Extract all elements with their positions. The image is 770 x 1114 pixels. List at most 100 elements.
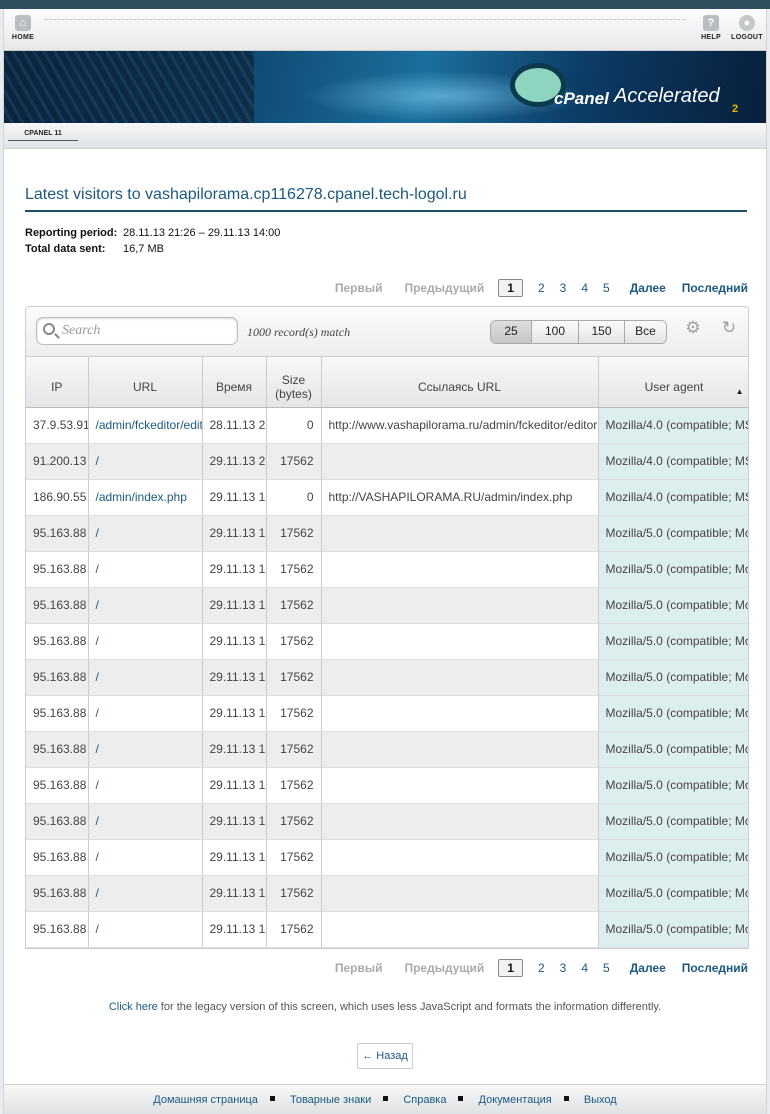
pager-last[interactable]: Последний bbox=[682, 961, 748, 975]
pager-prev[interactable]: Предыдущий bbox=[404, 281, 484, 295]
cell-time: 29.11.13 1 bbox=[202, 875, 267, 912]
back-button[interactable]: ← Назад bbox=[357, 1043, 413, 1069]
cell-url[interactable]: / bbox=[88, 803, 203, 840]
page-size-all[interactable]: Все bbox=[624, 321, 666, 343]
cell-url[interactable]: / bbox=[88, 515, 203, 552]
pager-first[interactable]: Первый bbox=[335, 961, 383, 975]
table-body: 37.9.53.91/admin/fckeditor/editor 28.11.1… bbox=[26, 407, 748, 948]
cell-size: 17562 bbox=[266, 587, 322, 624]
cell-referrer bbox=[321, 623, 599, 660]
col-header-size[interactable]: Size (bytes) bbox=[266, 357, 322, 408]
table-row: 95.163.88/29.11.13 1 17562 Mozilla/5.0 (co… bbox=[26, 767, 748, 804]
cell-size: 17562 bbox=[266, 443, 322, 480]
table-row: 95.163.88/29.11.13 1 17562 Mozilla/5.0 (co… bbox=[26, 515, 748, 552]
cell-time: 29.11.13 1 bbox=[202, 731, 267, 768]
visitors-table: IP URL Время Size (bytes) Ссылаясь URL U… bbox=[26, 357, 748, 948]
page-size-25[interactable]: 25 bbox=[491, 321, 531, 343]
pager-page-3[interactable]: 3 bbox=[560, 961, 567, 975]
cell-ip: 95.163.88 bbox=[26, 659, 89, 696]
cell-time: 29.11.13 1 bbox=[202, 803, 267, 840]
pager-page-3[interactable]: 3 bbox=[560, 281, 567, 295]
pager-page-5[interactable]: 5 bbox=[603, 281, 610, 295]
logo-accelerated-text: Accelerated bbox=[614, 85, 720, 107]
help-button[interactable]: ? HELP bbox=[694, 15, 728, 41]
cell-size: 0 bbox=[266, 479, 322, 516]
footer-trademarks-link[interactable]: Товарные знаки bbox=[290, 1094, 371, 1106]
gear-icon[interactable]: ⚙ bbox=[684, 319, 702, 337]
cell-url[interactable]: /admin/index.php bbox=[88, 479, 203, 516]
pager-first[interactable]: Первый bbox=[335, 281, 383, 295]
legacy-note: Click here for the legacy version of thi… bbox=[4, 1001, 766, 1013]
cell-size: 17562 bbox=[266, 515, 322, 552]
cell-url[interactable]: / bbox=[88, 731, 203, 768]
col-header-time[interactable]: Время bbox=[202, 357, 267, 408]
help-icon: ? bbox=[703, 15, 719, 31]
cell-time: 29.11.13 1 bbox=[202, 839, 267, 876]
pager-prev[interactable]: Предыдущий bbox=[404, 961, 484, 975]
user-agent-header-label: User agent bbox=[644, 379, 704, 394]
cell-user-agent: Mozilla/5.0 (compatible; Mo bbox=[598, 731, 748, 768]
home-button[interactable]: ⌂ HOME bbox=[6, 15, 40, 41]
pager-page-1[interactable]: 1 bbox=[498, 959, 523, 977]
cell-user-agent: Mozilla/4.0 (compatible; MSIE bbox=[598, 407, 748, 444]
cell-size: 17562 bbox=[266, 623, 322, 660]
cell-user-agent: Mozilla/5.0 (compatible; Mo bbox=[598, 875, 748, 912]
pager-last[interactable]: Последний bbox=[682, 281, 748, 295]
cell-ip: 91.200.13 bbox=[26, 443, 89, 480]
cell-referrer bbox=[321, 551, 599, 588]
footer-home-link[interactable]: Домашняя страница bbox=[153, 1094, 258, 1106]
legacy-link[interactable]: Click here bbox=[109, 1001, 158, 1013]
cell-url[interactable]: / bbox=[88, 551, 203, 588]
table-row: 95.163.88/29.11.13 1 17562 Mozilla/5.0 (co… bbox=[26, 551, 748, 588]
page-size-selector: 25 100 150 Все bbox=[490, 320, 667, 344]
cell-referrer bbox=[321, 875, 599, 912]
cell-ip: 186.90.55 bbox=[26, 479, 89, 516]
table-tools: Search 1000 record(s) match 25 100 150 В… bbox=[26, 307, 748, 357]
col-header-user-agent[interactable]: User agent ▲ bbox=[598, 357, 748, 408]
cell-url[interactable]: / bbox=[88, 659, 203, 696]
footer-help-link[interactable]: Справка bbox=[403, 1094, 446, 1106]
col-header-ip[interactable]: IP bbox=[26, 357, 89, 408]
records-match-count: 1000 record(s) match bbox=[247, 325, 351, 339]
search-input[interactable]: Search bbox=[36, 317, 238, 345]
cell-url[interactable]: / bbox=[88, 839, 203, 876]
cell-url[interactable]: /admin/fckeditor/editor bbox=[88, 407, 203, 444]
report-meta: Reporting period: 28.11.13 21:26 – 29.11.… bbox=[25, 227, 280, 259]
footer-docs-link[interactable]: Документация bbox=[479, 1094, 552, 1106]
cell-size: 17562 bbox=[266, 659, 322, 696]
pager-next[interactable]: Далее bbox=[630, 961, 666, 975]
cell-url[interactable]: / bbox=[88, 623, 203, 660]
cell-url[interactable]: / bbox=[88, 911, 203, 948]
page-size-100[interactable]: 100 bbox=[531, 321, 578, 343]
table-row: 95.163.88/29.11.13 1 17562 Mozilla/5.0 (co… bbox=[26, 911, 748, 948]
cell-time: 29.11.13 1 bbox=[202, 587, 267, 624]
table-row: 91.200.13/29.11.13 2 17562 Mozilla/4.0 (co… bbox=[26, 443, 748, 480]
pager-page-4[interactable]: 4 bbox=[581, 961, 588, 975]
col-header-url[interactable]: URL bbox=[88, 357, 203, 408]
col-header-referrer[interactable]: Ссылаясь URL bbox=[321, 357, 599, 408]
pager-page-5[interactable]: 5 bbox=[603, 961, 610, 975]
pager-page-2[interactable]: 2 bbox=[538, 281, 545, 295]
page-title: Latest visitors to vashapilorama.cp11627… bbox=[25, 186, 467, 203]
cell-time: 29.11.13 1 bbox=[202, 659, 267, 696]
pager-page-4[interactable]: 4 bbox=[581, 281, 588, 295]
cell-size: 0 bbox=[266, 407, 322, 444]
refresh-icon[interactable]: ↻ bbox=[720, 319, 738, 337]
cell-url[interactable]: / bbox=[88, 695, 203, 732]
user-icon: ● bbox=[739, 15, 755, 31]
cell-ip: 95.163.88 bbox=[26, 515, 89, 552]
cell-url[interactable]: / bbox=[88, 767, 203, 804]
cell-url[interactable]: / bbox=[88, 443, 203, 480]
page-size-150[interactable]: 150 bbox=[578, 321, 624, 343]
pager-next[interactable]: Далее bbox=[630, 281, 666, 295]
cell-url[interactable]: / bbox=[88, 875, 203, 912]
logout-button[interactable]: ● LOGOUT bbox=[730, 15, 764, 41]
pager-page-1[interactable]: 1 bbox=[498, 279, 523, 297]
cell-user-agent: Mozilla/5.0 (compatible; Mo bbox=[598, 803, 748, 840]
cell-ip: 95.163.88 bbox=[26, 875, 89, 912]
table-row: 95.163.88/29.11.13 1 17562 Mozilla/5.0 (co… bbox=[26, 875, 748, 912]
table-row: 95.163.88/29.11.13 1 17562 Mozilla/5.0 (co… bbox=[26, 659, 748, 696]
footer-exit-link[interactable]: Выход bbox=[584, 1094, 617, 1106]
pager-page-2[interactable]: 2 bbox=[538, 961, 545, 975]
cell-url[interactable]: / bbox=[88, 587, 203, 624]
